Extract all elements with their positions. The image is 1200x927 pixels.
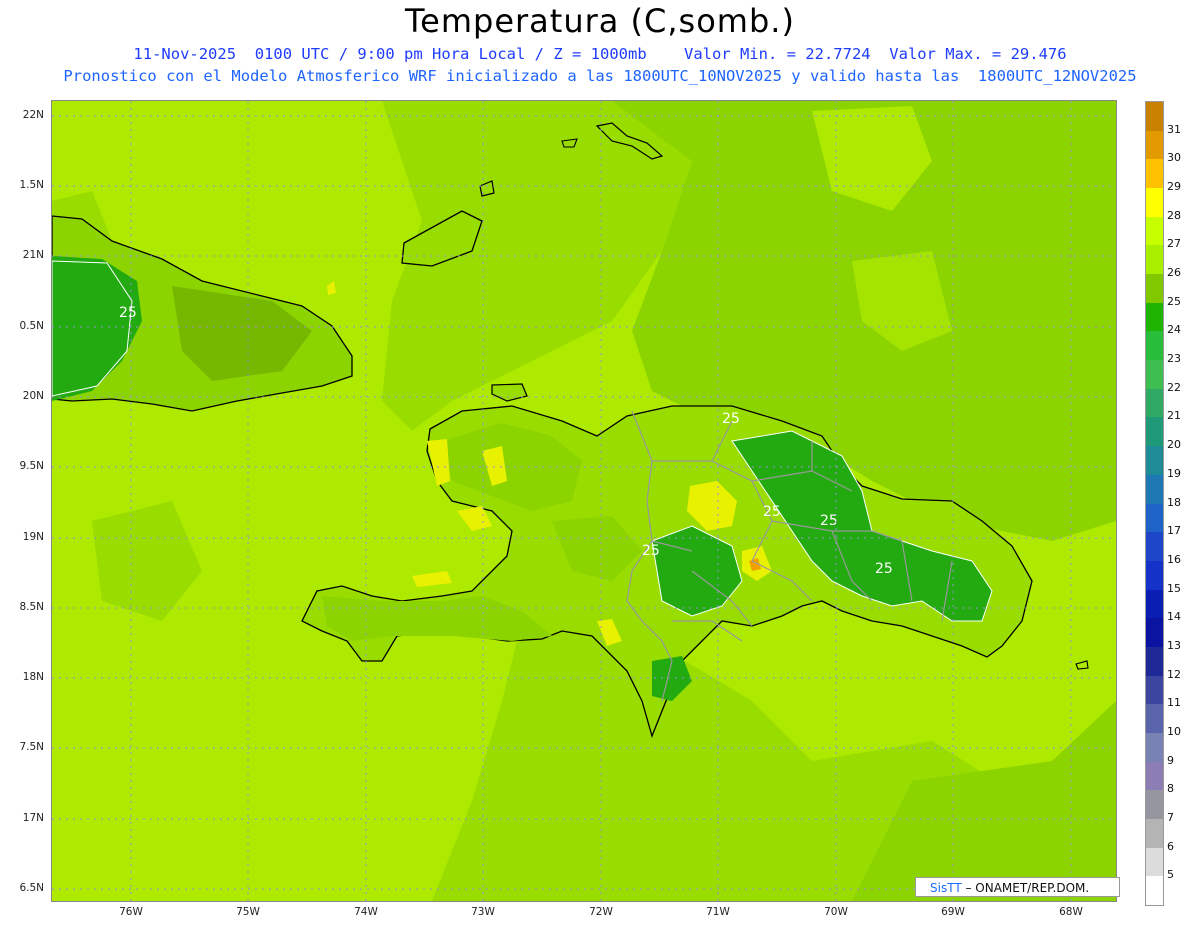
color-scale-label: 31 <box>1167 122 1181 136</box>
lon-label: 75W <box>236 906 260 918</box>
color-scale-swatch <box>1146 274 1163 304</box>
color-scale-label: 7 <box>1167 810 1174 824</box>
color-scale-label: 20 <box>1167 438 1181 452</box>
color-scale-label: 28 <box>1167 208 1181 222</box>
color-scale-bar <box>1145 101 1164 906</box>
color-scale-swatch <box>1146 589 1163 619</box>
color-scale-swatch <box>1146 360 1163 390</box>
color-scale-swatch <box>1146 188 1163 218</box>
color-scale-label: 11 <box>1167 696 1181 710</box>
color-scale-swatch <box>1146 245 1163 275</box>
model-run-info: Pronostico con el Modelo Atmosferico WRF… <box>63 67 1137 85</box>
color-scale-label: 25 <box>1167 294 1181 308</box>
color-scale-swatch <box>1146 102 1163 131</box>
color-scale-swatch <box>1146 618 1163 648</box>
lat-label: 8.5N <box>19 601 44 613</box>
lon-label: 74W <box>354 906 378 918</box>
sistt-logo-text: SisTT <box>930 881 962 895</box>
credit-box: SisTT – ONAMET/REP.DOM. <box>915 877 1120 897</box>
color-scale-swatch <box>1146 818 1163 848</box>
lon-label: 69W <box>941 906 965 918</box>
color-scale-swatch <box>1146 446 1163 476</box>
lon-label: 70W <box>824 906 848 918</box>
lon-label: 76W <box>119 906 143 918</box>
color-scale-label: 15 <box>1167 581 1181 595</box>
contour-label: 25 <box>763 504 781 520</box>
lat-label: 17N <box>22 812 44 824</box>
color-scale-swatch <box>1146 847 1163 877</box>
lat-label: 1.5N <box>19 179 44 191</box>
color-scale-swatch <box>1146 331 1163 361</box>
color-scale-swatch <box>1146 876 1163 906</box>
lat-label: 6.5N <box>19 882 44 894</box>
color-scale-label: 27 <box>1167 237 1181 251</box>
color-scale-label: 12 <box>1167 667 1181 681</box>
contour-label: 25 <box>820 513 838 529</box>
color-scale-label: 13 <box>1167 638 1181 652</box>
contour-label: 25 <box>642 543 660 559</box>
color-scale-swatch <box>1146 560 1163 590</box>
color-scale-swatch <box>1146 732 1163 762</box>
lat-label: 0.5N <box>19 320 44 332</box>
color-scale-label: 26 <box>1167 266 1181 280</box>
color-scale-swatch <box>1146 646 1163 676</box>
lat-label: 19N <box>22 531 44 543</box>
credit-text: – ONAMET/REP.DOM. <box>961 881 1090 895</box>
lat-label: 22N <box>22 109 44 121</box>
color-scale-swatch <box>1146 130 1163 160</box>
color-scale-swatch <box>1146 388 1163 418</box>
contour-label: 25 <box>875 561 893 577</box>
color-scale-swatch <box>1146 474 1163 504</box>
color-scale-label: 24 <box>1167 323 1181 337</box>
color-scale-swatch <box>1146 417 1163 447</box>
lat-label: 9.5N <box>19 460 44 472</box>
lon-label: 68W <box>1059 906 1083 918</box>
lat-label: 7.5N <box>19 741 44 753</box>
lon-label: 73W <box>471 906 495 918</box>
lat-label: 21N <box>22 249 44 261</box>
color-scale-label: 14 <box>1167 610 1181 624</box>
lon-label: 72W <box>589 906 613 918</box>
color-scale-swatch <box>1146 302 1163 332</box>
contour-label: 25 <box>722 411 740 427</box>
color-scale-label: 17 <box>1167 524 1181 538</box>
color-scale-label: 9 <box>1167 753 1174 767</box>
color-scale-swatch <box>1146 704 1163 734</box>
color-scale-label: 10 <box>1167 724 1181 738</box>
color-scale-swatch <box>1146 675 1163 705</box>
lat-label: 18N <box>22 671 44 683</box>
lon-label: 71W <box>706 906 730 918</box>
color-scale-swatch <box>1146 790 1163 820</box>
map-canvas: 25 25 25 25 25 25 <box>52 101 1116 901</box>
color-scale-label: 8 <box>1167 782 1174 796</box>
color-scale-label: 30 <box>1167 151 1181 165</box>
color-scale-label: 23 <box>1167 352 1181 366</box>
color-scale-swatch <box>1146 761 1163 791</box>
valid-time-info: 11-Nov-2025 0100 UTC / 9:00 pm Hora Loca… <box>133 45 1067 63</box>
color-scale-label: 16 <box>1167 552 1181 566</box>
color-scale-label: 19 <box>1167 466 1181 480</box>
color-scale-swatch <box>1146 216 1163 246</box>
color-scale-swatch <box>1146 532 1163 562</box>
color-scale-label: 18 <box>1167 495 1181 509</box>
color-scale-label: 5 <box>1167 868 1174 882</box>
color-scale-swatch <box>1146 159 1163 189</box>
contour-label: 25 <box>119 305 137 321</box>
color-scale-label: 22 <box>1167 380 1181 394</box>
temperature-map: 25 25 25 25 25 25 <box>51 100 1117 902</box>
color-scale-swatch <box>1146 503 1163 533</box>
lat-label: 20N <box>22 390 44 402</box>
color-scale-label: 29 <box>1167 180 1181 194</box>
color-scale-label: 6 <box>1167 839 1174 853</box>
color-scale-label: 21 <box>1167 409 1181 423</box>
map-title: Temperatura (C,somb.) <box>405 2 795 40</box>
